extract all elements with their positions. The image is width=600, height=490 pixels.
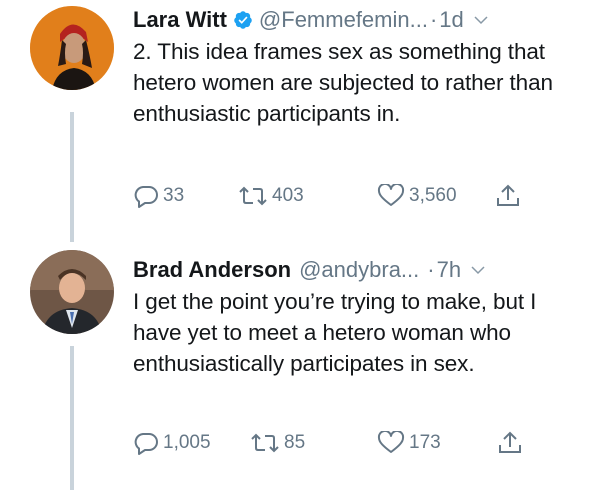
timestamp[interactable]: 7h [437,257,461,283]
like-button[interactable]: 3,560 [377,180,457,212]
share-icon [499,431,521,453]
reply-icon [134,186,158,208]
retweet-button[interactable]: 403 [238,180,304,212]
reply-button[interactable]: 33 [133,180,184,212]
avatar-lara-witt[interactable] [30,6,114,90]
thread-line [70,112,74,242]
tweet-text: I get the point you’re trying to make, b… [133,289,537,376]
reply-icon [134,433,158,455]
retweet-icon [239,186,267,206]
tweet-text: 2. This idea frames sex as something tha… [133,39,553,126]
dot-separator: · [429,7,438,32]
heart-icon [377,184,405,206]
like-count: 173 [409,432,441,453]
like-button[interactable]: 173 [377,427,441,459]
chevron-down-icon[interactable] [469,261,487,279]
avatar-brad-anderson[interactable] [30,250,114,334]
dot-separator: · [427,257,435,282]
reply-count: 1,005 [163,432,211,453]
reply-button[interactable]: 1,005 [133,427,211,459]
share-button[interactable] [495,180,521,212]
author-handle[interactable]: @Femmefemin... [259,7,428,33]
retweet-button[interactable]: 85 [250,427,305,459]
verified-badge-icon [234,11,252,29]
author-name[interactable]: Lara Witt [133,7,227,33]
author-handle[interactable]: @andybra... [299,257,419,283]
tweet-header: Brad Anderson @andybra... · 7h [133,254,580,286]
thread-line [70,346,74,490]
tweet-1[interactable]: Lara Witt @Femmefemin... · 1d 2. This id… [0,0,600,242]
like-count: 3,560 [409,185,457,206]
reply-count: 33 [163,185,185,206]
share-button[interactable] [497,427,523,459]
share-icon [497,184,519,206]
tweet-header: Lara Witt @Femmefemin... · 1d [133,4,580,36]
author-name[interactable]: Brad Anderson [133,257,291,283]
retweet-count: 403 [272,185,304,206]
tweet-2[interactable]: Brad Anderson @andybra... · 7h I get the… [0,240,600,490]
chevron-down-icon[interactable] [472,11,490,29]
heart-icon [377,431,405,453]
retweet-count: 85 [284,432,306,453]
timestamp[interactable]: 1d [439,7,463,33]
retweet-icon [251,433,279,453]
